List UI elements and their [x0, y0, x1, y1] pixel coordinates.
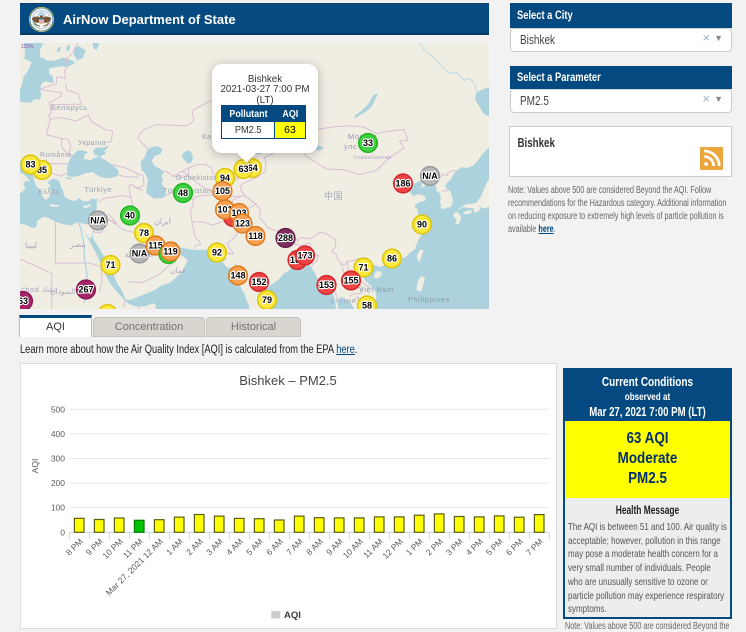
svg-text:123: 123: [235, 219, 250, 229]
svg-text:200: 200: [51, 478, 65, 488]
svg-text:中国: 中国: [324, 190, 343, 201]
svg-text:Ελλάς: Ελλάς: [38, 188, 60, 196]
svg-text:Việt Nam: Việt Nam: [359, 285, 394, 294]
svg-text:63: 63: [20, 296, 28, 306]
svg-text:Bishkek – PM2.5: Bishkek – PM2.5: [239, 373, 337, 388]
svg-text:ايران: ايران: [154, 217, 171, 226]
svg-text:4 PM: 4 PM: [464, 536, 485, 557]
svg-text:12 PM: 12 PM: [380, 536, 404, 560]
svg-text:48: 48: [178, 188, 188, 198]
svg-text:155: 155: [343, 276, 358, 286]
svg-text:90: 90: [417, 220, 427, 230]
svg-text:AQI: AQI: [284, 610, 301, 621]
svg-text:186: 186: [395, 179, 410, 189]
svg-text:N/A: N/A: [90, 216, 106, 226]
svg-text:6 AM: 6 AM: [264, 536, 285, 557]
svg-text:11 AM: 11 AM: [361, 536, 385, 560]
svg-text:N/A: N/A: [132, 249, 148, 259]
svg-text:79: 79: [262, 295, 272, 305]
svg-text:0: 0: [60, 527, 65, 537]
svg-text:71: 71: [105, 260, 115, 270]
svg-text:ليبيا: ليبيا: [25, 241, 37, 250]
svg-text:83: 83: [25, 160, 35, 170]
svg-text:4 AM: 4 AM: [224, 536, 245, 557]
svg-text:5 AM: 5 AM: [244, 536, 265, 557]
svg-text:288: 288: [278, 233, 293, 243]
svg-text:118: 118: [248, 231, 263, 241]
svg-text:O'zbekiston: O'zbekiston: [176, 175, 218, 182]
svg-text:64: 64: [248, 163, 258, 173]
svg-text:63: 63: [238, 164, 248, 174]
svg-text:AQI: AQI: [30, 459, 40, 474]
svg-text:Україна: Україна: [78, 140, 106, 147]
svg-text:2 PM: 2 PM: [424, 536, 445, 557]
svg-text:153: 153: [319, 280, 334, 290]
svg-text:71: 71: [358, 263, 368, 273]
svg-text:2 AM: 2 AM: [184, 536, 205, 557]
svg-text:115%: 115%: [21, 44, 34, 50]
svg-text:1 PM: 1 PM: [404, 536, 425, 557]
svg-text:33: 33: [363, 138, 373, 148]
svg-text:105: 105: [215, 186, 230, 196]
svg-text:3 AM: 3 AM: [204, 536, 225, 557]
svg-text:400: 400: [51, 429, 65, 439]
svg-text:N/A: N/A: [422, 171, 438, 181]
svg-text:58: 58: [362, 301, 372, 309]
svg-text:مصر: مصر: [69, 240, 86, 249]
svg-text:10 AM: 10 AM: [341, 536, 365, 560]
svg-text:5 PM: 5 PM: [484, 536, 505, 557]
svg-text:România: România: [40, 152, 72, 159]
svg-text:7 AM: 7 AM: [284, 536, 305, 557]
svg-text:Philippines: Philippines: [408, 295, 450, 304]
svg-text:Беларусь: Беларусь: [51, 103, 88, 112]
svg-text:173: 173: [297, 251, 312, 261]
svg-text:267: 267: [78, 285, 93, 295]
svg-text:Türkiye: Türkiye: [84, 185, 112, 194]
svg-text:119: 119: [163, 247, 178, 257]
svg-text:عمان: عمان: [170, 266, 187, 275]
svg-text:148: 148: [230, 271, 245, 281]
svg-text:3 PM: 3 PM: [444, 536, 465, 557]
svg-text:78: 78: [139, 228, 149, 238]
svg-text:1 AM: 1 AM: [164, 536, 185, 557]
svg-text:86: 86: [387, 254, 397, 264]
svg-text:300: 300: [51, 454, 65, 464]
svg-text:السودان: السودان: [50, 287, 76, 296]
svg-text:500: 500: [51, 404, 65, 414]
svg-text:40: 40: [125, 211, 135, 221]
svg-text:Улаанбаатар: Улаанбаатар: [353, 155, 392, 161]
svg-text:92: 92: [212, 248, 222, 258]
svg-text:8 PM: 8 PM: [64, 536, 85, 557]
svg-text:8 AM: 8 AM: [304, 536, 325, 557]
svg-text:10 PM: 10 PM: [100, 536, 124, 560]
svg-text:152: 152: [251, 277, 266, 287]
svg-text:7 PM: 7 PM: [524, 536, 545, 557]
svg-text:100: 100: [51, 503, 65, 513]
svg-text:6 PM: 6 PM: [504, 536, 525, 557]
